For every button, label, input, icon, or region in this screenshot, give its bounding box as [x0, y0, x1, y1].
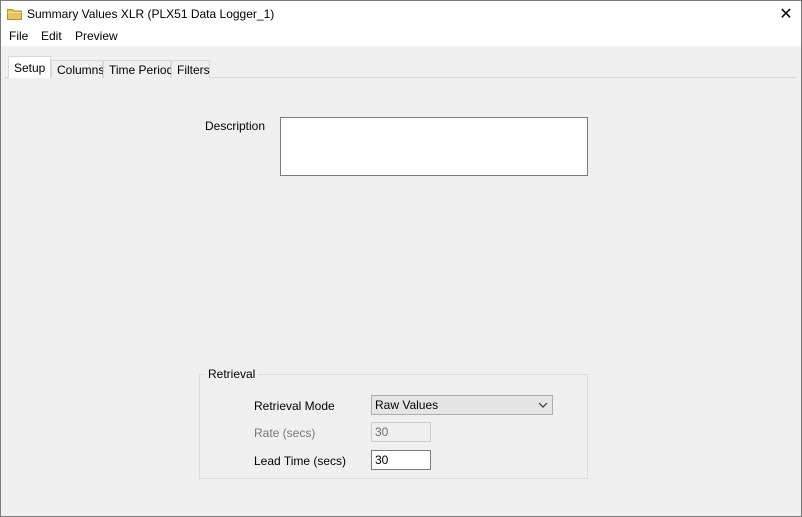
description-label: Description [205, 119, 266, 133]
folder-icon [7, 9, 22, 20]
lead-time-input[interactable]: 30 [371, 450, 431, 470]
menu-preview[interactable]: Preview [75, 29, 118, 43]
retrieval-mode-select[interactable]: Raw Values [371, 395, 553, 415]
description-textarea[interactable] [280, 117, 588, 176]
title-bar: Summary Values XLR (PLX51 Data Logger_1)… [1, 1, 801, 27]
close-button[interactable]: ✕ [771, 1, 801, 27]
menu-bar: File Edit Preview [1, 27, 801, 46]
rate-input: 30 [371, 422, 431, 442]
chevron-down-icon [538, 402, 548, 408]
lead-time-label: Lead Time (secs) [254, 454, 347, 468]
menu-edit[interactable]: Edit [41, 29, 62, 43]
menu-file[interactable]: File [9, 29, 28, 43]
retrieval-group-title: Retrieval [205, 367, 259, 381]
window-title: Summary Values XLR (PLX51 Data Logger_1) [27, 7, 275, 21]
rate-label: Rate (secs) [254, 426, 316, 440]
tab-time-period[interactable]: Time Period [103, 60, 173, 78]
tab-columns[interactable]: Columns [51, 60, 104, 78]
retrieval-mode-value: Raw Values [375, 398, 439, 412]
tab-filters[interactable]: Filters [171, 60, 210, 78]
app-window: Summary Values XLR (PLX51 Data Logger_1)… [0, 0, 802, 517]
close-icon: ✕ [779, 6, 793, 23]
retrieval-mode-label: Retrieval Mode [254, 399, 335, 413]
tab-setup[interactable]: Setup [8, 56, 51, 78]
